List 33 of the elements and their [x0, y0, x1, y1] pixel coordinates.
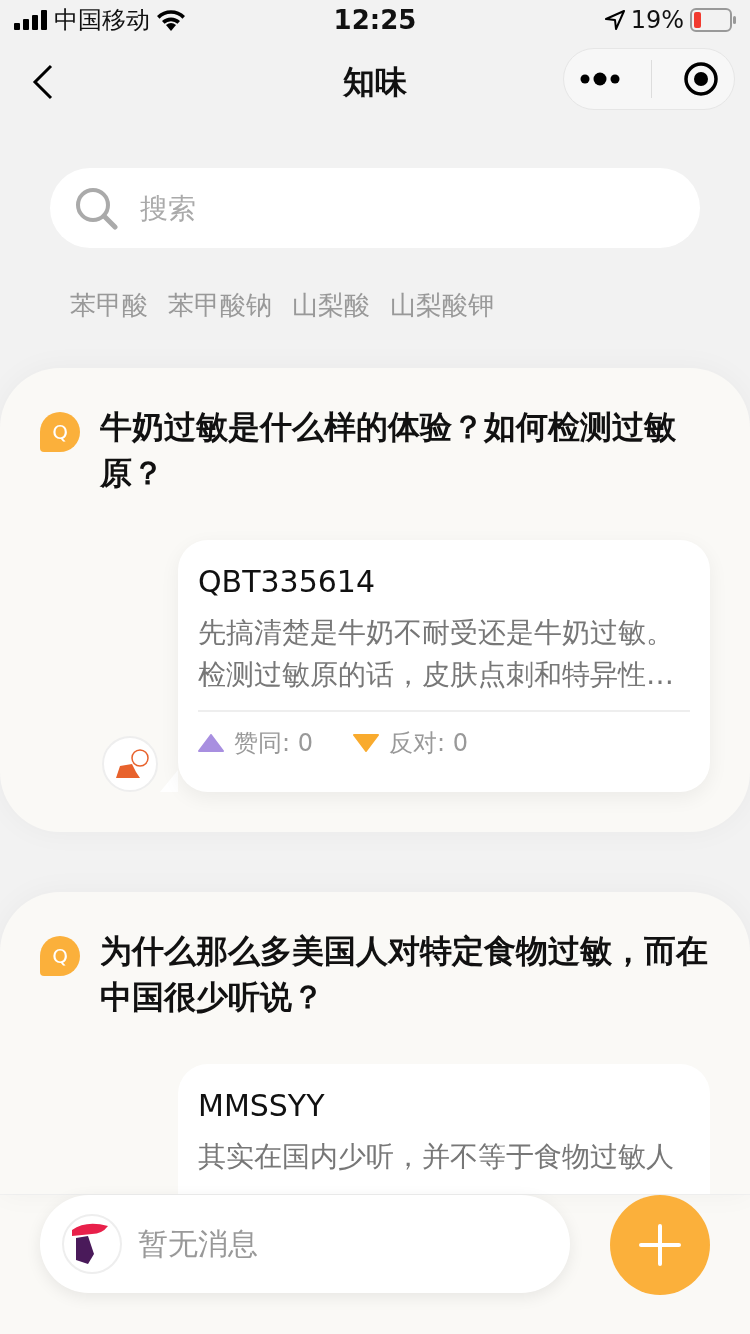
location-arrow-icon [604, 10, 625, 30]
vote-count: 反对: 0 [389, 728, 468, 759]
question-badge: Q [40, 412, 80, 452]
page-title: 知味 [343, 61, 407, 103]
avatar[interactable] [102, 736, 158, 792]
triangle-up-icon[interactable] [198, 734, 224, 752]
vote-count: 赞同: 0 [234, 728, 313, 759]
battery-icon [690, 8, 736, 32]
wifi-icon [156, 9, 186, 31]
triangle-down-icon[interactable] [353, 734, 379, 752]
question-card[interactable]: Q 为什么那么多美国人对特定食物过敏，而在中国很少听说？ MMSSYY 其实在国内少听，并不等于食物过敏人 [0, 892, 750, 1194]
target-icon[interactable] [682, 61, 719, 97]
message-placeholder: 暂无消息 [138, 1224, 258, 1263]
clock-time: 12:25 [333, 5, 417, 35]
signal-icon [14, 10, 48, 30]
question-title[interactable]: 为什么那么多美国人对特定食物过敏，而在中国很少听说？ [100, 928, 710, 1020]
answer-author: QBT335614 [198, 563, 377, 601]
answer-text: 先搞清楚是牛奶不耐受还是牛奶过敏。检测过敏原的话，皮肤点刺和特异性… [198, 615, 675, 693]
more-icon[interactable] [579, 72, 620, 86]
battery-percent: 19% [630, 6, 684, 34]
question-card[interactable]: Q 牛奶过敏是什么样的体验？如何检测过敏原？ QBT335614 先搞清楚是牛奶不耐受还是牛奶过敏。检测过敏原的话，皮肤点刺和特异性… 赞同: 0 反对: 0 [0, 368, 750, 832]
back-icon[interactable] [32, 64, 54, 100]
answer-author: MMSSYY [198, 1087, 326, 1125]
question-title[interactable]: 牛奶过敏是什么样的体验？如何检测过敏原？ [100, 404, 710, 496]
answer-bubble[interactable]: QBT335614 先搞清楚是牛奶不耐受还是牛奶过敏。检测过敏原的话，皮肤点刺和特异性… 赞同: 0 反对: 0 [178, 540, 710, 792]
avatar [62, 1214, 122, 1274]
answer-text: 其实在国内少听，并不等于食物过敏人 [198, 1139, 675, 1175]
search-field[interactable]: 搜索 [50, 168, 700, 248]
question-badge: Q [40, 936, 80, 976]
answer-bubble[interactable]: MMSSYY 其实在国内少听，并不等于食物过敏人 [178, 1064, 710, 1194]
plus-icon [639, 1224, 681, 1266]
carrier-name: 中国移动 [54, 5, 150, 36]
search-icon [74, 186, 118, 230]
